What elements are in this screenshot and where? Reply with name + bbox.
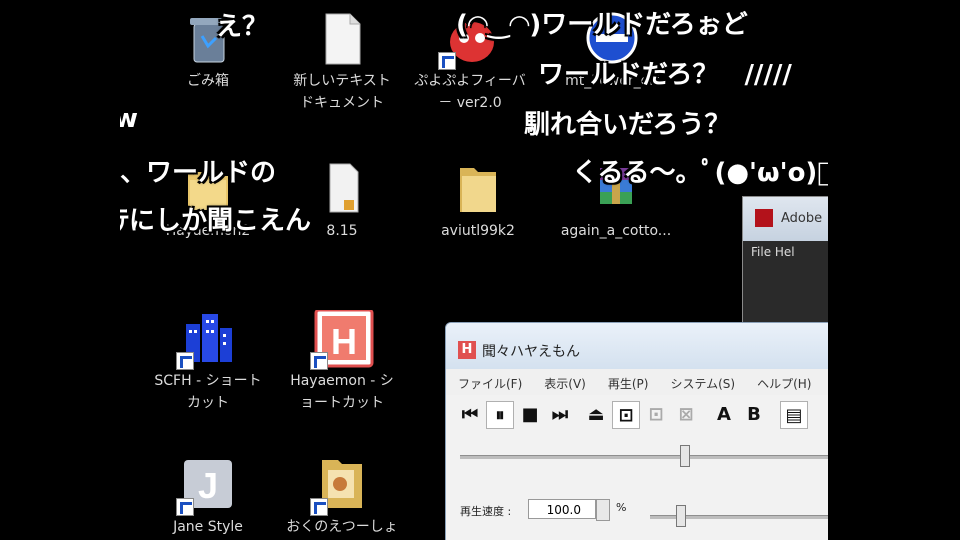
shortcut-arrow-icon (310, 498, 328, 516)
shortcut-arrow-icon (310, 352, 328, 370)
desktop-icon-text-document[interactable]: 新しいテキスト ドキュメント (282, 10, 402, 114)
b-point-icon[interactable]: B (740, 401, 768, 429)
shortcut-arrow-icon (176, 498, 194, 516)
seek-thumb[interactable] (680, 445, 690, 467)
menu-help[interactable]: ヘルプ(H) (745, 369, 821, 392)
next-track-icon[interactable]: ⏭ (546, 401, 574, 429)
comment: え？ (216, 12, 269, 42)
window-title: 聞々ハヤえもん (482, 344, 580, 360)
svg-text:H: H (331, 321, 357, 362)
a-point-icon[interactable]: A (710, 401, 738, 429)
comment: ﾃにしか聞こえん (120, 206, 312, 236)
hayaemon-window[interactable]: H 聞々ハヤえもん ファイル(F) 表示(V) 再生(P) システム(S) ヘルプ(H)… (445, 322, 828, 540)
jane-style-icon: J (176, 456, 236, 516)
speed-thumb[interactable] (676, 505, 686, 527)
speed-unit: % (616, 501, 627, 514)
speed-label: 再生速度 : (460, 505, 512, 518)
comment: ワールドだろ？ ///// (538, 60, 792, 90)
desktop: ごみ箱 新しいテキスト ドキュメント ぷよぷよフィーバ － ver2.0 mt_… (120, 0, 828, 540)
icon-label: ぷよぷよフィーバ － ver2.0 (414, 73, 526, 111)
comment: w (120, 104, 139, 134)
hayaemon-app-icon: H (458, 341, 476, 359)
stop-icon[interactable]: ■ (516, 401, 544, 429)
folder-shortcut-icon (310, 456, 370, 516)
icon-label: again_a_cotto... (560, 223, 672, 239)
scfh-icon (176, 310, 236, 370)
icon-label: Hayaemon - シ ョートカット (290, 373, 394, 411)
icon-label: SCFH - ショート カット (154, 373, 262, 411)
menu-bar: ファイル(F) 表示(V) 再生(P) システム(S) ヘルプ(H) (446, 369, 828, 395)
desktop-icon-hayaemon[interactable]: H Hayaemon - シ ョートカット (282, 308, 402, 414)
speed-spinner[interactable] (596, 499, 610, 521)
all-loop-icon[interactable]: ⊡ (642, 401, 670, 429)
adobe-logo-icon (755, 209, 773, 227)
comment: (◠‿◠)ワールドだろぉど (456, 10, 748, 40)
text-file-icon (314, 160, 370, 216)
shortcut-arrow-icon (438, 52, 456, 70)
icon-label: おくのえつーしょ (286, 519, 398, 535)
toolbar: ⏮ ⏸ ■ ⏭ ⏏ ⊡ ⊡ ⊠ A B ▤ (446, 399, 828, 433)
adobe-window[interactable]: Adobe File Hel (742, 196, 828, 328)
comment: 馴れ合いだろう？ (524, 110, 731, 140)
right-letterbox (828, 0, 960, 540)
icon-label: Jane Style (173, 519, 243, 535)
single-loop-icon[interactable]: ⊡ (612, 401, 640, 429)
icon-label: 新しいテキスト ドキュメント (293, 73, 391, 111)
adobe-title-bar[interactable]: Adobe (743, 197, 828, 241)
hayaemon-icon: H (310, 308, 374, 370)
icon-label: aviutl99k2 (441, 223, 515, 239)
comment: くるる～。ﾟ(●'ω'o)ﾟ (572, 158, 828, 188)
menu-view[interactable]: 表示(V) (532, 369, 596, 392)
menu-system[interactable]: システム(S) (658, 369, 745, 392)
eject-icon[interactable]: ⏏ (582, 401, 610, 429)
pause-icon[interactable]: ⏸ (486, 401, 514, 429)
adobe-title: Adobe (781, 211, 823, 226)
speed-input[interactable]: 100.0 (528, 499, 596, 519)
previous-track-icon[interactable]: ⏮ (456, 401, 484, 429)
svg-text:J: J (198, 465, 218, 506)
seek-bar[interactable] (460, 455, 828, 459)
desktop-icon-folder-shortcut[interactable]: おくのえつーしょ (282, 456, 402, 538)
hayaemon-title-bar[interactable]: H 聞々ハヤえもん (446, 323, 828, 369)
random-icon[interactable]: ⊠ (672, 401, 700, 429)
menu-play[interactable]: 再生(P) (596, 369, 659, 392)
text-document-icon (314, 10, 370, 66)
desktop-icon-jane-style[interactable]: J Jane Style (148, 456, 268, 538)
desktop-icon-aviutl[interactable]: aviutl99k2 (418, 160, 538, 242)
icon-label: ごみ箱 (187, 73, 229, 89)
folder-icon (450, 160, 506, 216)
left-letterbox (0, 0, 120, 540)
shortcut-arrow-icon (176, 352, 194, 370)
desktop-icon-scfh[interactable]: SCFH - ショート カット (148, 310, 268, 414)
playlist-icon[interactable]: ▤ (780, 401, 808, 429)
comment: 、ワールドの (120, 158, 277, 188)
adobe-menu[interactable]: File Hel (751, 245, 795, 259)
menu-file[interactable]: ファイル(F) (446, 369, 532, 392)
